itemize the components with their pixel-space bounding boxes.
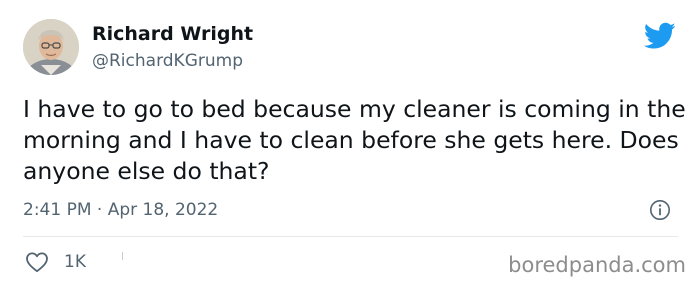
avatar[interactable] [23,19,79,75]
twitter-bird-icon[interactable] [644,22,676,50]
like-count[interactable]: 1K [64,251,86,273]
divider [23,236,678,237]
display-name[interactable]: Richard Wright [92,22,253,46]
watermark: boredpanda.com [508,253,686,277]
info-icon[interactable] [649,199,671,221]
tweet-timestamp[interactable]: 2:41 PM · Apr 18, 2022 [23,199,218,221]
tweet-text: I have to go to bed because my cleaner i… [23,95,686,185]
heart-icon[interactable] [25,251,49,273]
avatar-photo [23,19,79,75]
separator-mark [122,252,123,260]
user-handle[interactable]: @RichardKGrump [92,50,243,72]
